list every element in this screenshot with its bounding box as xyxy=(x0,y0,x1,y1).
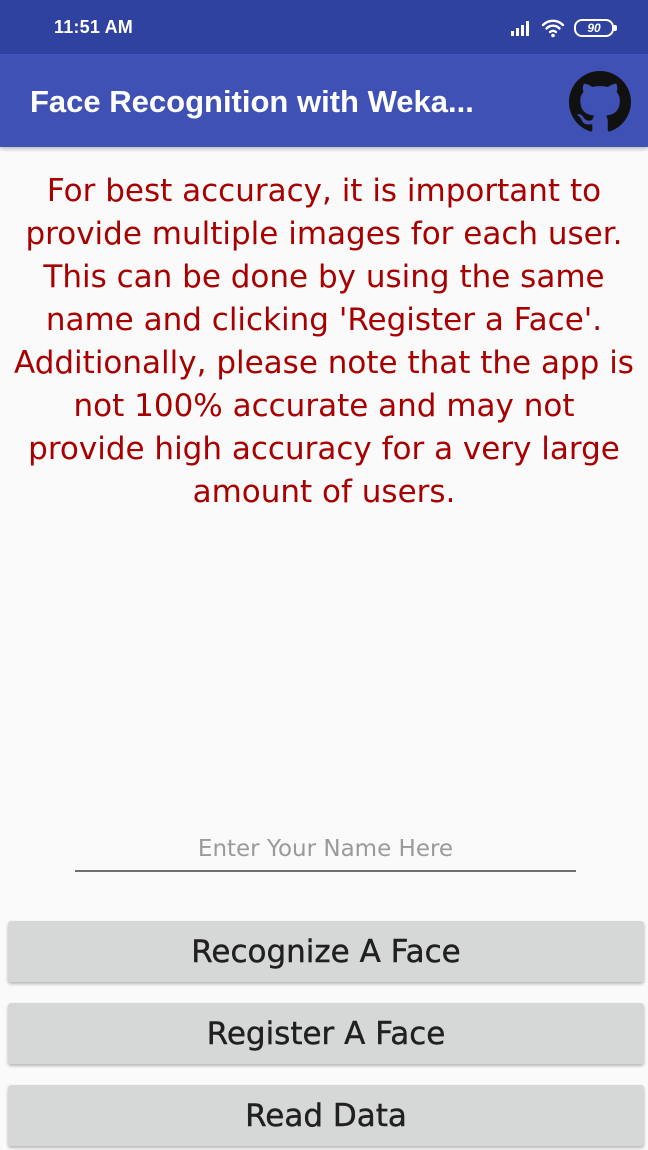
read-data-button[interactable]: Read Data xyxy=(8,1085,644,1146)
name-input[interactable] xyxy=(75,828,576,872)
accuracy-notice: For best accuracy, it is important to pr… xyxy=(14,173,634,510)
battery-icon: 90 xyxy=(574,19,617,37)
status-bar: 11:51 AM 90 xyxy=(0,0,648,54)
status-time: 11:51 AM xyxy=(54,17,133,37)
status-icons: 90 xyxy=(510,16,617,40)
battery-level: 90 xyxy=(587,21,601,35)
signal-icon xyxy=(511,21,529,36)
github-button[interactable] xyxy=(569,71,631,133)
wifi-icon xyxy=(541,19,565,38)
github-icon xyxy=(569,71,631,132)
app-bar: Face Recognition with Weka... xyxy=(0,54,648,147)
app-title: Face Recognition with Weka... xyxy=(30,84,474,119)
recognize-face-button[interactable]: Recognize A Face xyxy=(8,921,644,982)
register-face-button[interactable]: Register A Face xyxy=(8,1003,644,1064)
